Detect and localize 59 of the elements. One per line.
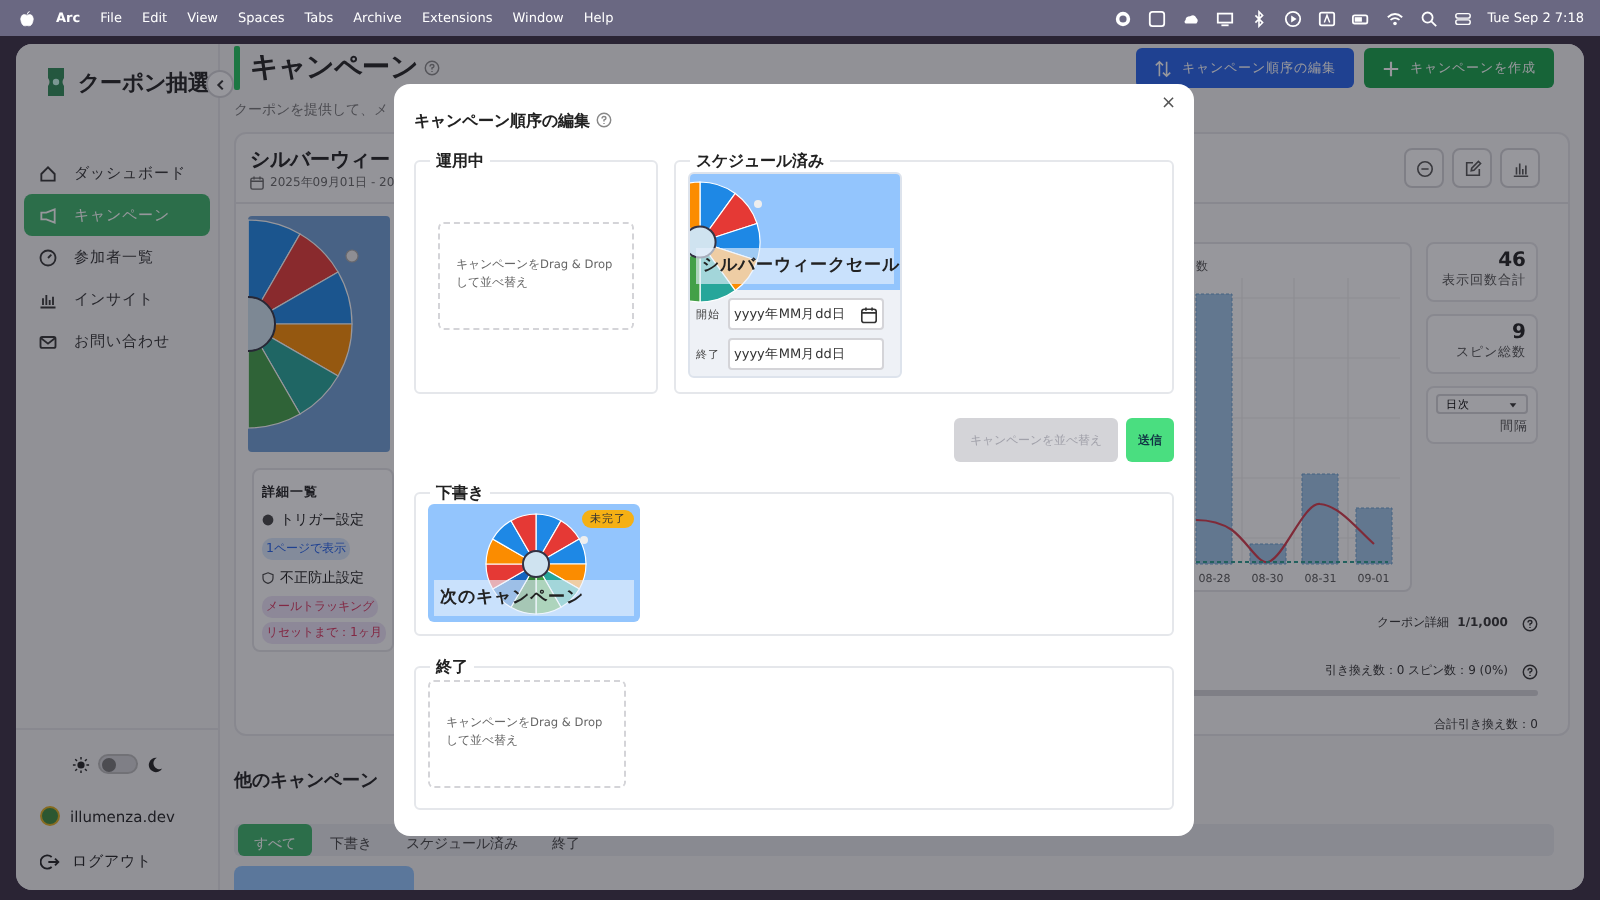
close-button[interactable]: × [1156,94,1180,114]
wheel-drawing [480,512,592,616]
search-icon[interactable] [1419,9,1438,27]
section-title: 下書き [434,482,486,504]
circle-minus-icon [1415,159,1433,177]
ticket-logo-icon [46,68,66,96]
user-avatar [40,806,60,826]
gauge-icon [38,247,58,267]
chevron-left-icon [213,77,227,91]
brand-name: クーポン抽選 [78,67,210,97]
chart-bar [1355,507,1393,565]
edit-button[interactable] [1452,148,1492,188]
battery-icon[interactable] [1351,9,1370,27]
collapse-button[interactable] [206,70,234,98]
bluetooth-icon[interactable] [1249,9,1268,27]
shield-icon [262,572,274,584]
moon-icon [145,755,163,773]
edit-icon [1463,159,1481,177]
logout-icon [40,852,60,872]
section-title: スケジュール済み [694,150,826,172]
bar-chart-icon [38,289,58,309]
stat-value: 46 [1496,250,1526,272]
section-title: 終了 [433,656,470,678]
sun-icon [71,755,89,773]
sort-icon [1154,59,1172,77]
page-title: キャンペーン [250,50,418,86]
help-icon [1522,663,1538,679]
mail-icon [38,331,58,351]
stat-value: 9 [1510,322,1526,344]
section-title: 運用中 [434,150,486,172]
play-icon[interactable] [1283,9,1302,27]
chart-bar [1301,473,1339,565]
coupon-button[interactable] [1404,148,1444,188]
bar-chart-icon [1511,159,1529,177]
apple-icon[interactable] [18,9,36,27]
keyboard-icon[interactable] [1317,9,1336,27]
plus-icon [1382,59,1400,77]
note-icon[interactable] [1147,9,1166,27]
record-icon[interactable] [1113,9,1132,27]
campaign-name: 次のキャンペーン [434,580,634,616]
wifi-icon[interactable] [1385,9,1404,27]
caret-icon [1508,399,1518,409]
help-icon [424,60,440,76]
title-accent [234,46,240,90]
home-icon [38,163,58,183]
calendar-icon[interactable] [860,305,878,323]
control-center-icon[interactable] [1453,9,1472,27]
campaign-title: シルバーウィー [250,147,392,173]
section-heading: 他のキャンペーン [234,769,380,794]
display-icon[interactable] [1215,9,1234,27]
cloud-icon[interactable] [1181,9,1200,27]
insight-button[interactable] [1500,148,1540,188]
dialog-title: キャンペーン順序の編集 [414,109,590,131]
megaphone-icon [38,205,58,225]
theme-toggle[interactable] [97,754,137,774]
calendar-icon [250,175,264,189]
help-icon [596,112,612,128]
help-icon [1522,615,1538,631]
filled-circle-icon [262,514,274,526]
